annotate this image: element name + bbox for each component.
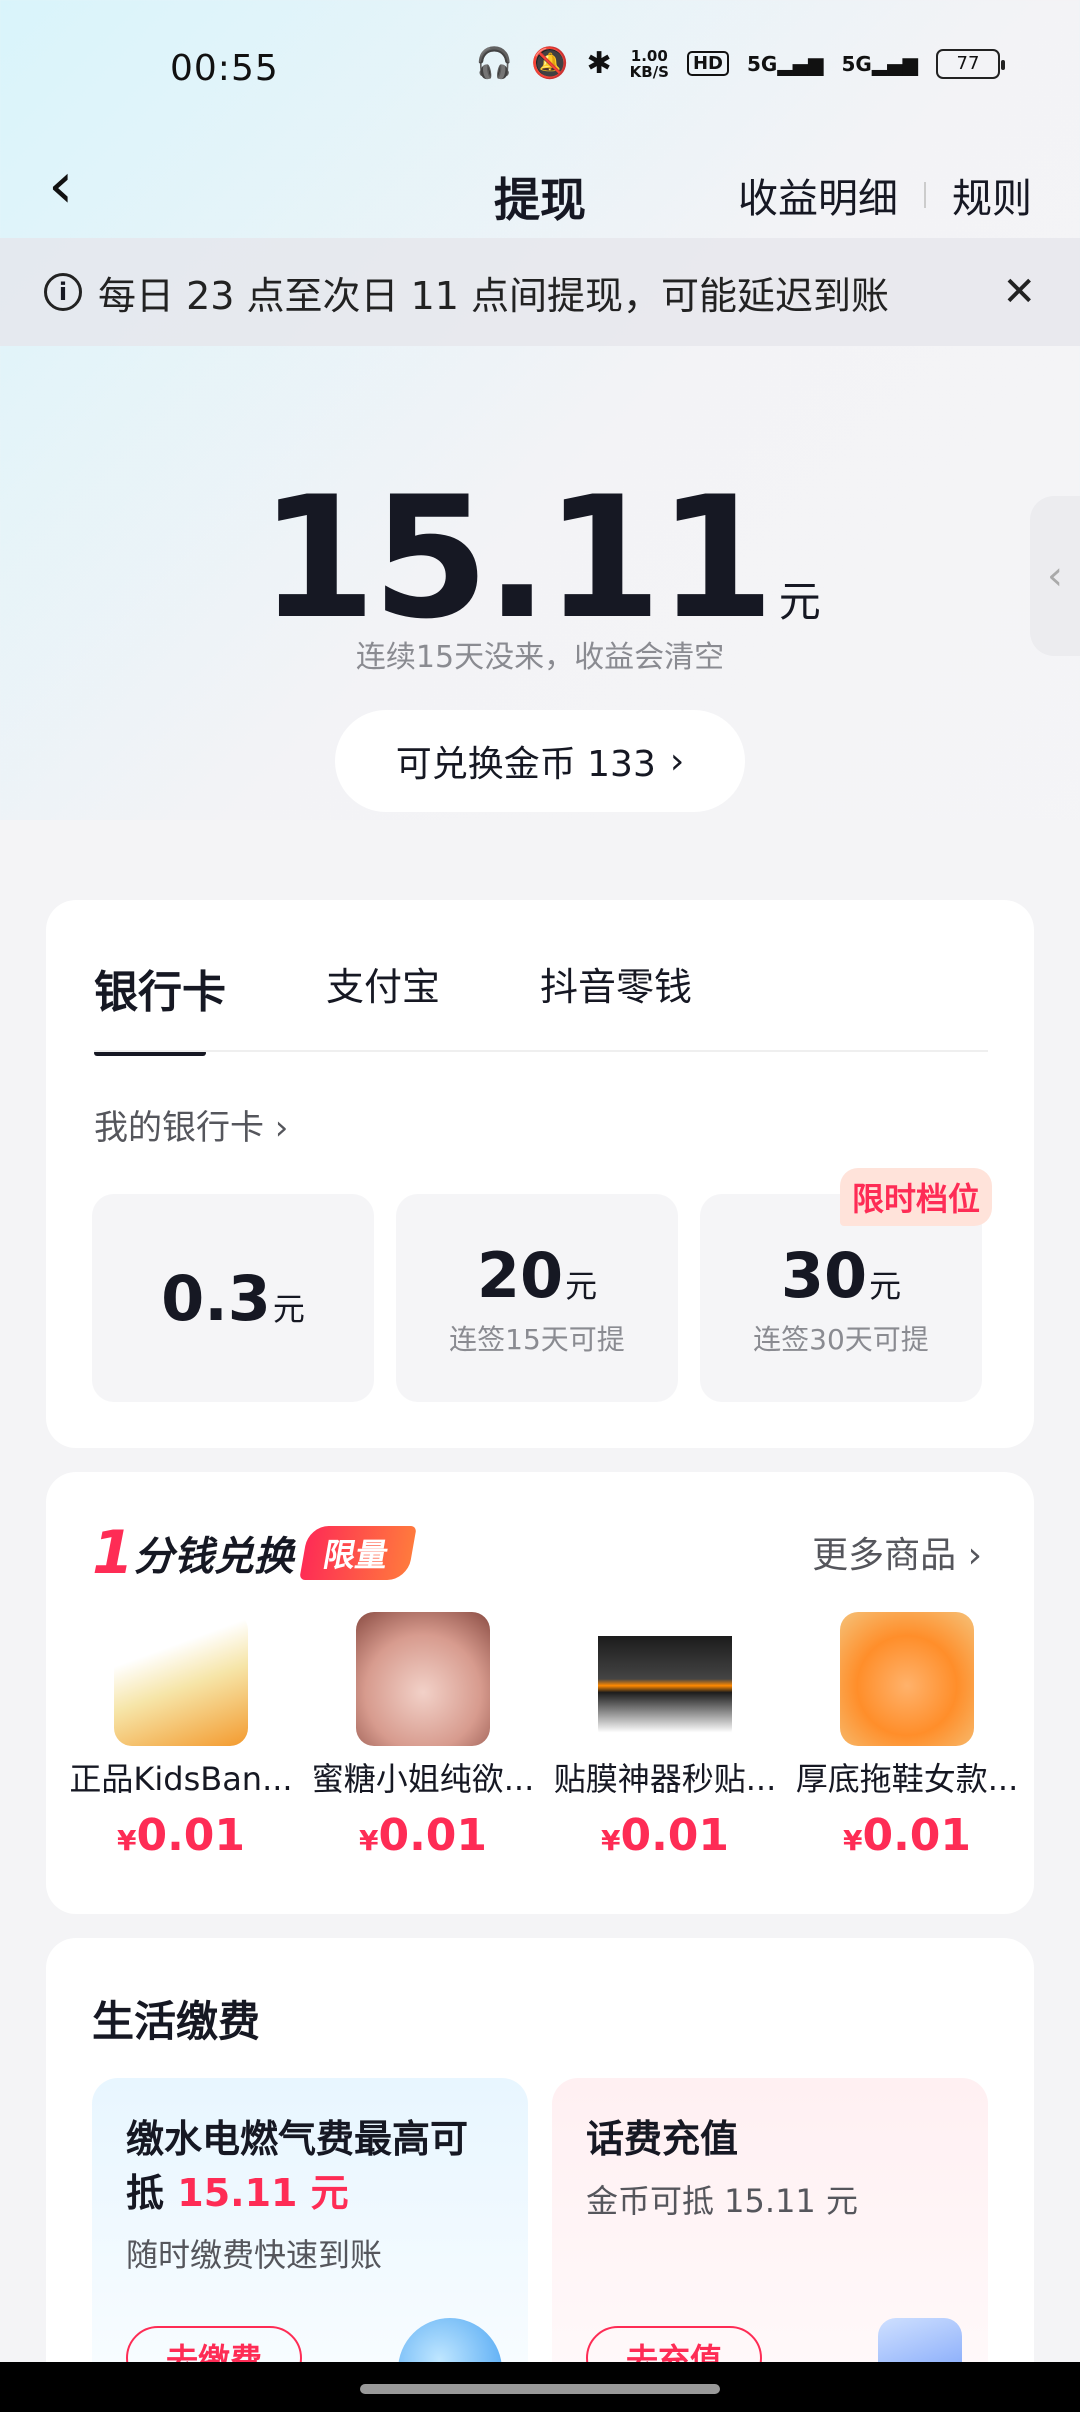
nav-actions: 收益明细 规则: [738, 166, 1032, 224]
divider: [924, 182, 926, 208]
limited-badge: 限时档位: [839, 1168, 992, 1226]
status-time: 00:55: [170, 48, 279, 89]
chevron-right-icon: ›: [669, 740, 685, 782]
balance-hint: 连续15天没来，收益会清空: [355, 640, 725, 675]
more-products-link[interactable]: 更多商品 ›: [812, 1526, 982, 1578]
balance-amount: 15.11: [259, 460, 774, 656]
deals-one: 1: [92, 1518, 134, 1588]
network-speed: 1.00 KB/S: [629, 46, 669, 81]
amount-option-3[interactable]: 限时档位 30元 连签30天可提: [700, 1168, 992, 1402]
utility-title: 缴水电燃气费最高可抵 15.11 元: [126, 2117, 469, 2215]
balance-unit: 元: [778, 577, 821, 626]
earnings-details-link[interactable]: 收益明细: [738, 166, 898, 224]
product-image: [356, 1612, 490, 1746]
life-payment-card: 生活缴费 缴水电燃气费最高可抵 15.11 元 随时缴费快速到账 去缴费 话费充…: [46, 1938, 1034, 2412]
product-image: [598, 1612, 732, 1746]
product-name: 蜜糖小姐纯欲...: [311, 1760, 535, 1798]
utility-subtitle: 随时缴费快速到账: [126, 2236, 383, 2274]
deals-header: 1 分钱兑换 限量: [92, 1518, 417, 1588]
amount-unit: 元: [869, 1266, 902, 1305]
recharge-title: 话费充值: [586, 2117, 739, 2161]
info-icon: i: [44, 273, 82, 311]
signal-icon-2: 5G▂▄▆: [841, 51, 919, 76]
amount-option-2[interactable]: 20元 连签15天可提: [396, 1194, 678, 1402]
nav-bar: ‹ 提现 收益明细 规则: [0, 140, 1080, 240]
amount-value: 20: [476, 1238, 564, 1312]
amount-options: 0.3元 20元 连签15天可提 限时档位 30元 连签30天可提: [92, 1168, 992, 1402]
amount-condition: 连签15天可提: [449, 1322, 625, 1356]
tab-alipay[interactable]: 支付宝: [326, 956, 440, 1020]
product-name: 正品KidsBan...: [69, 1760, 293, 1798]
withdraw-method-tabs: 银行卡 支付宝 抖音零钱: [94, 956, 792, 1056]
product-item[interactable]: 厚底拖鞋女款... ¥0.01: [786, 1612, 1028, 1861]
amount-condition: 连签30天可提: [753, 1322, 929, 1356]
side-collapse-tab[interactable]: ‹: [1030, 496, 1080, 656]
product-item[interactable]: 正品KidsBan... ¥0.01: [60, 1612, 302, 1861]
withdraw-card: 银行卡 支付宝 抖音零钱 我的银行卡 › 0.3元 20元 连签15天可提 限时…: [46, 900, 1034, 1448]
amount-unit: 元: [272, 1289, 305, 1328]
product-item[interactable]: 贴膜神器秒贴... ¥0.01: [544, 1612, 786, 1861]
hd-icon: HD: [686, 51, 729, 76]
amount-unit: 元: [565, 1266, 598, 1305]
product-price: ¥0.01: [116, 1810, 246, 1861]
amount-value: 30: [780, 1238, 868, 1312]
deals-title: 分钱兑换: [133, 1534, 294, 1580]
tab-bank-card[interactable]: 银行卡: [94, 956, 226, 1056]
my-bank-card-link[interactable]: 我的银行卡 ›: [94, 1100, 288, 1149]
product-price: ¥0.01: [358, 1810, 488, 1861]
life-payment-title: 生活缴费: [92, 1997, 261, 2046]
home-indicator[interactable]: [0, 2362, 1080, 2412]
amount-option-1[interactable]: 0.3元: [92, 1194, 374, 1402]
limited-tag: 限量: [298, 1526, 417, 1580]
headphones-icon: 🎧: [475, 46, 514, 81]
product-image: [840, 1612, 974, 1746]
penny-deals-card: 1 分钱兑换 限量 更多商品 › 正品KidsBan... ¥0.01 蜜糖小姐…: [46, 1472, 1034, 1914]
product-list: 正品KidsBan... ¥0.01 蜜糖小姐纯欲... ¥0.01 贴膜神器秒…: [60, 1612, 1028, 1861]
close-icon[interactable]: ✕: [1002, 269, 1036, 315]
notice-bar: i 每日 23 点至次日 11 点间提现，可能延迟到账 ✕: [0, 238, 1080, 346]
balance-display: 15.11 元: [0, 460, 1080, 656]
amount-value: 0.3: [161, 1261, 271, 1335]
status-icons: 🎧 🔕 ✱ 1.00 KB/S HD 5G▂▄▆ 5G▂▄▆ 77: [475, 46, 1005, 81]
bluetooth-icon: ✱: [586, 46, 612, 81]
product-item[interactable]: 蜜糖小姐纯欲... ¥0.01: [302, 1612, 544, 1861]
exchange-coins-label: 可兑换金币 133: [395, 744, 656, 785]
product-name: 厚底拖鞋女款...: [795, 1760, 1019, 1798]
recharge-subtitle: 金币可抵 15.11 元: [586, 2182, 858, 2220]
mute-icon: 🔕: [531, 46, 569, 81]
product-name: 贴膜神器秒贴...: [553, 1760, 777, 1798]
rules-link[interactable]: 规则: [952, 166, 1032, 224]
exchange-coins-button[interactable]: 可兑换金币 133 ›: [335, 710, 745, 812]
battery-icon: 77: [936, 48, 1005, 79]
signal-icon-1: 5G▂▄▆: [747, 51, 824, 76]
product-price: ¥0.01: [842, 1810, 972, 1861]
tab-divider: [94, 1050, 988, 1052]
product-image: [114, 1612, 248, 1746]
notice-text: 每日 23 点至次日 11 点间提现，可能延迟到账: [98, 273, 890, 318]
chevron-left-icon: ‹: [1047, 553, 1063, 599]
tab-douyin-wallet[interactable]: 抖音零钱: [540, 956, 692, 1020]
product-price: ¥0.01: [600, 1810, 730, 1861]
status-bar: 00:55 🎧 🔕 ✱ 1.00 KB/S HD 5G▂▄▆ 5G▂▄▆ 77: [0, 0, 1080, 140]
